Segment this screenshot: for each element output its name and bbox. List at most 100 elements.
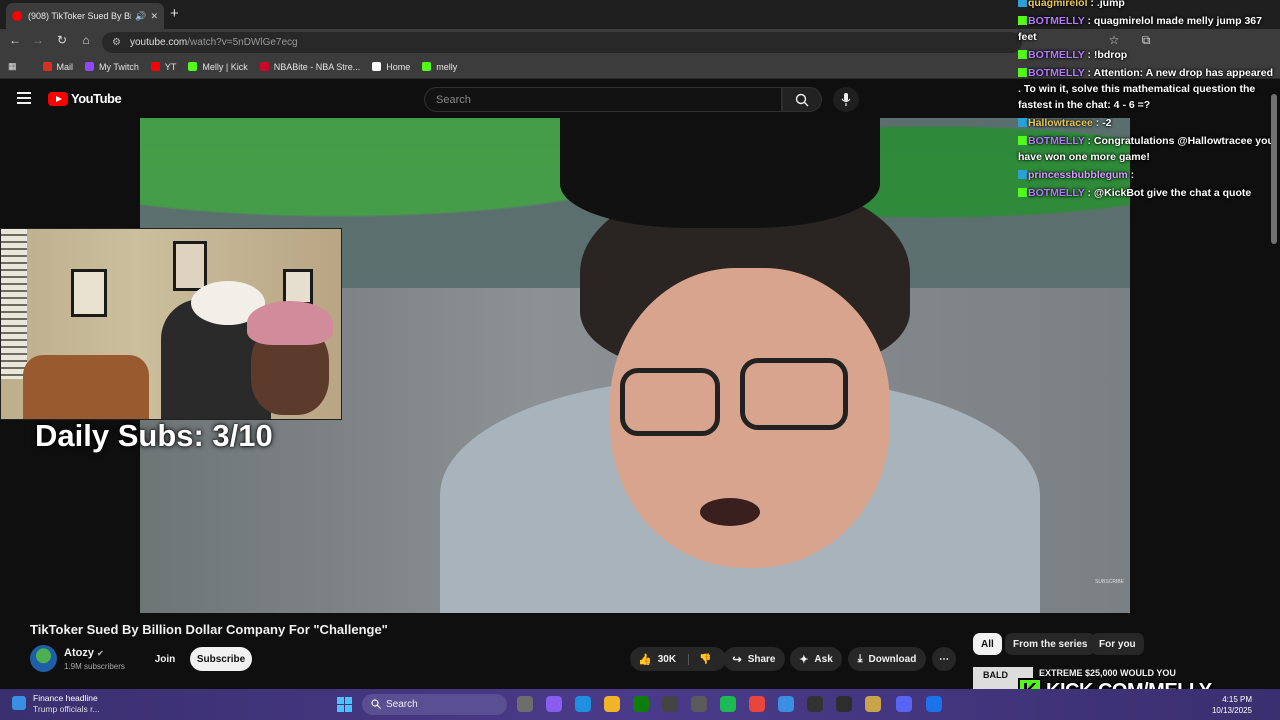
verified-check-icon: ✔ xyxy=(97,649,104,658)
download-label: Download xyxy=(868,653,917,665)
bookmark-nbabite[interactable]: NBABite - NBA Stre... xyxy=(259,61,361,72)
home-icon[interactable]: ⌂ xyxy=(77,33,95,47)
more-icon: ⋯ xyxy=(939,653,949,665)
chat-username: BOTMELLY xyxy=(1028,67,1085,79)
browser-tab-youtube[interactable]: (908) TikToker Sued By Billi 🔊 ✕ xyxy=(6,3,164,29)
speaker-icon[interactable]: 🔊 xyxy=(135,11,146,22)
chat-badge-icon xyxy=(1018,118,1027,127)
chat-text: : xyxy=(1127,169,1135,181)
wall-picture-frame xyxy=(283,269,313,305)
thumbs-up-icon[interactable]: 👍 xyxy=(638,653,652,666)
nba-icon xyxy=(259,62,269,71)
share-button[interactable]: ↪ Share xyxy=(723,647,785,671)
apps-grid-icon[interactable]: ▦ xyxy=(8,61,17,72)
subscribe-watermark[interactable]: SUBSCRIBE xyxy=(1095,579,1124,585)
bookmark-label: Mail xyxy=(56,61,74,72)
app-icon[interactable] xyxy=(926,696,942,712)
chat-badge-icon xyxy=(1018,136,1027,145)
clock-time: 4:15 PM xyxy=(1222,695,1252,704)
close-tab-icon[interactable]: ✕ xyxy=(150,11,158,22)
chat-username: Hallowtracee xyxy=(1028,117,1093,129)
menu-hamburger-icon[interactable] xyxy=(17,92,31,104)
subscribe-button[interactable]: Subscribe xyxy=(190,647,252,671)
video-person-glasses-right xyxy=(740,358,848,430)
chat-username: BOTMELLY xyxy=(1028,135,1085,147)
orange-couch xyxy=(23,355,149,419)
address-bar[interactable]: ⚙ youtube.com/watch?v=5nDWlGe7ecg xyxy=(102,32,1022,53)
ask-label: Ask xyxy=(814,653,833,665)
file-explorer-icon[interactable] xyxy=(604,696,620,712)
bookmark-mail[interactable]: Mail xyxy=(42,61,74,72)
more-actions-button[interactable]: ⋯ xyxy=(932,647,956,671)
site-settings-icon[interactable]: ⚙ xyxy=(112,37,124,48)
thumbs-down-icon[interactable]: 👎 xyxy=(688,653,712,665)
bookmark-label: Home xyxy=(386,61,411,72)
photos-icon[interactable] xyxy=(778,696,794,712)
like-count[interactable]: 30K xyxy=(658,654,676,665)
chat-text: : .jump xyxy=(1087,0,1125,9)
copilot-icon[interactable] xyxy=(546,696,562,712)
chip-all[interactable]: All xyxy=(973,633,1002,655)
bookmark-melly-kick[interactable]: Melly | Kick xyxy=(188,62,248,72)
chat-badge-icon xyxy=(1018,16,1027,25)
subscribe-label: Subscribe xyxy=(196,653,246,665)
search-input[interactable]: Search xyxy=(424,87,782,112)
chat-badge-icon xyxy=(1018,170,1027,179)
video-person-glasses-left xyxy=(620,368,720,436)
chat-message: BOTMELLY : Congratulations @Hallowtracee… xyxy=(1016,132,1280,166)
task-view-icon[interactable] xyxy=(517,696,533,712)
channel-name[interactable]: Atozy ✔ xyxy=(64,647,104,659)
edge-icon[interactable] xyxy=(575,696,591,712)
steam-icon[interactable] xyxy=(662,696,678,712)
taskbar-search[interactable]: Search xyxy=(362,694,507,715)
channel-name-text: Atozy xyxy=(64,647,94,659)
kick-icon xyxy=(188,62,198,71)
scrollbar-thumb[interactable] xyxy=(1271,94,1277,244)
x-icon xyxy=(372,62,382,71)
new-tab-button[interactable]: + xyxy=(170,5,179,22)
download-button[interactable]: ⤓ Download xyxy=(848,647,926,671)
obs-icon[interactable] xyxy=(836,696,852,712)
news-widget[interactable]: Finance headline Trump officials r... xyxy=(12,693,100,715)
app-icon[interactable] xyxy=(865,696,881,712)
clock-date: 10/13/2025 xyxy=(1211,706,1252,715)
twitch-icon xyxy=(85,62,95,71)
download-icon: ⤓ xyxy=(857,652,863,665)
spotify-icon[interactable] xyxy=(720,696,736,712)
wall-picture-frame xyxy=(71,269,107,317)
xbox-icon[interactable] xyxy=(633,696,649,712)
news-icon xyxy=(12,696,26,710)
bookmark-twitch[interactable]: My Twitch xyxy=(85,62,139,72)
streamer-webcam-overlay xyxy=(0,228,342,420)
bookmark-home[interactable]: Home xyxy=(372,62,410,72)
search-placeholder: Search xyxy=(436,93,471,106)
chat-message: BOTMELLY : @KickBot give the chat a quot… xyxy=(1016,184,1280,202)
join-button[interactable]: Join xyxy=(146,647,184,671)
reload-icon[interactable]: ↻ xyxy=(53,33,71,47)
taskbar-search-label: Search xyxy=(386,699,418,710)
search-button[interactable] xyxy=(782,87,822,112)
bookmark-yt[interactable]: YT xyxy=(150,62,176,72)
ask-button[interactable]: ✦ Ask xyxy=(790,647,842,671)
bookmark-label: NBABite - NBA Stre... xyxy=(273,61,361,72)
channel-avatar[interactable] xyxy=(30,645,57,672)
chat-badge-icon xyxy=(1018,50,1027,59)
discord-icon[interactable] xyxy=(896,696,912,712)
chip-from-the-series[interactable]: From the series xyxy=(1005,633,1096,655)
taskbar-clock[interactable]: 4:15 PM 10/13/2025 xyxy=(1208,694,1252,716)
chrome-icon[interactable] xyxy=(749,696,765,712)
bookmark-melly[interactable]: melly xyxy=(422,62,457,72)
media-player-icon[interactable] xyxy=(807,696,823,712)
mail-icon xyxy=(42,62,52,71)
windows-taskbar: Finance headline Trump officials r... Se… xyxy=(0,689,1280,720)
youtube-logo[interactable]: YouTube xyxy=(48,91,122,106)
forward-arrow-icon[interactable]: → xyxy=(29,33,47,47)
chip-for-you[interactable]: For you xyxy=(1091,633,1144,655)
store-icon[interactable] xyxy=(691,696,707,712)
page-scrollbar[interactable] xyxy=(1270,82,1278,612)
chat-username: princessbubblegum xyxy=(1028,169,1128,181)
bookmark-label: melly xyxy=(436,61,458,72)
back-arrow-icon[interactable]: ← xyxy=(6,33,24,47)
windows-start-icon[interactable] xyxy=(337,697,352,712)
voice-search-button[interactable] xyxy=(833,87,859,112)
